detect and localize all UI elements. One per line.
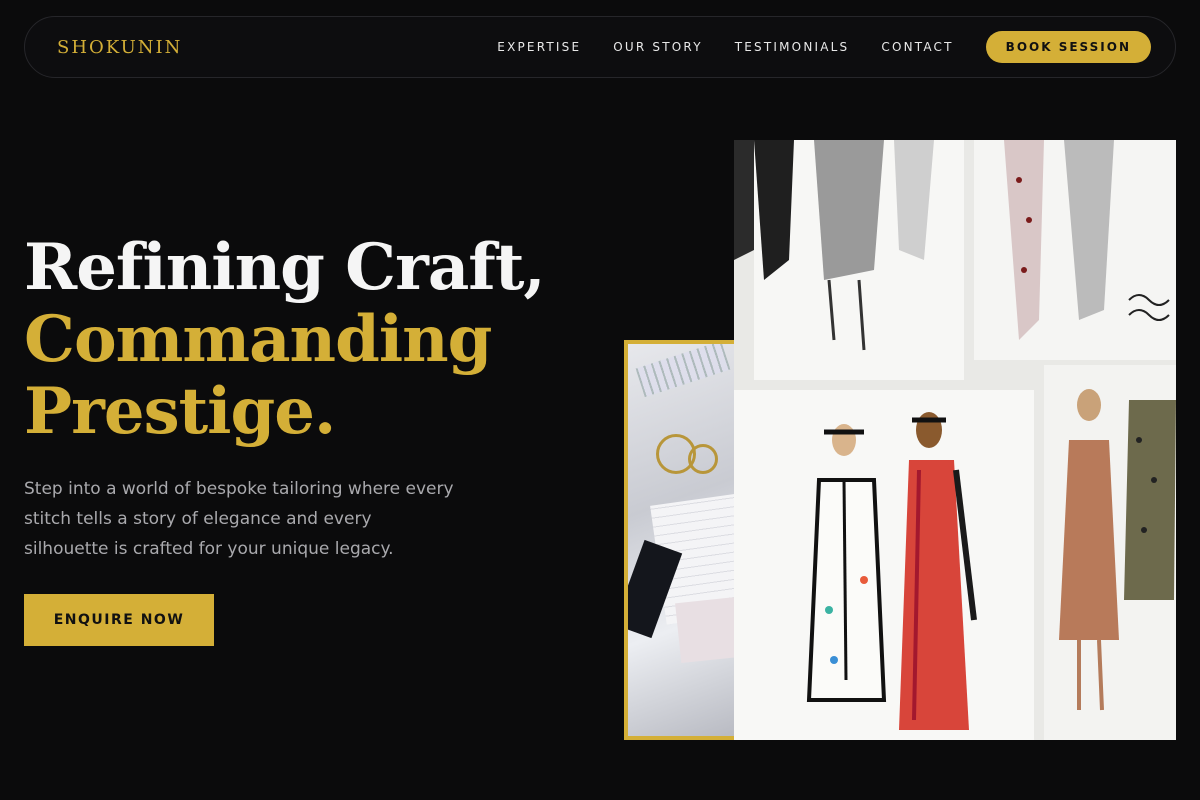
fashion-sketches-image bbox=[734, 140, 1176, 740]
scissors-ring-shape bbox=[688, 444, 718, 474]
nav-link-our-story[interactable]: OUR STORY bbox=[613, 40, 702, 54]
nav-link-expertise[interactable]: EXPERTISE bbox=[497, 40, 581, 54]
hero-subtitle: Step into a world of bespoke tailoring w… bbox=[24, 479, 454, 559]
top-navbar: SHOKUNIN EXPERTISE OUR STORY TESTIMONIAL… bbox=[24, 16, 1176, 78]
book-session-button[interactable]: BOOK SESSION bbox=[985, 31, 1151, 63]
nav-link-contact[interactable]: CONTACT bbox=[881, 40, 953, 54]
card-shape bbox=[675, 594, 738, 664]
hero-title-line1: Refining Craft, bbox=[24, 230, 546, 305]
hero-title: Refining Craft, Commanding Prestige. bbox=[24, 230, 546, 449]
hero-title-line3: Prestige. bbox=[24, 374, 336, 449]
fashion-sketches-illustration bbox=[734, 140, 1176, 740]
nav-links: EXPERTISE OUR STORY TESTIMONIALS CONTACT bbox=[497, 40, 953, 54]
ruler-shape bbox=[635, 344, 731, 398]
brand-logo[interactable]: SHOKUNIN bbox=[57, 37, 182, 58]
enquire-now-button[interactable]: ENQUIRE NOW bbox=[24, 594, 214, 646]
tailoring-tools-image bbox=[624, 340, 738, 740]
nav-link-testimonials[interactable]: TESTIMONIALS bbox=[735, 40, 850, 54]
hero-title-line2: Commanding bbox=[24, 302, 492, 377]
